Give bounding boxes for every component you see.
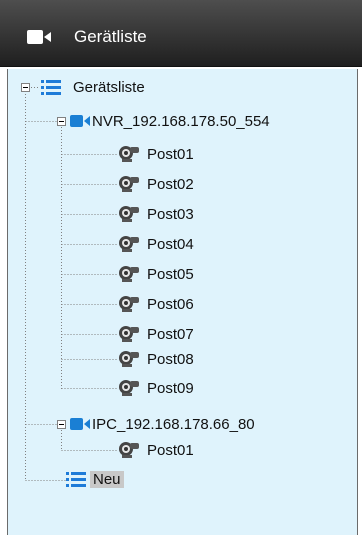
channel-label: Post04	[147, 235, 194, 253]
tree-channel-post01[interactable]: Post01	[118, 440, 194, 460]
tree-channel-post06[interactable]: Post06	[118, 294, 194, 314]
list-icon	[66, 471, 86, 488]
device-camera-icon	[70, 115, 90, 127]
camera-channel-icon	[118, 325, 140, 343]
tree-channel-post08[interactable]: Post08	[118, 349, 194, 369]
tree-channel-post07[interactable]: Post07	[118, 324, 194, 344]
channel-label: Post08	[147, 350, 194, 368]
channel-label: Post01	[147, 145, 194, 163]
tree-root-label: Gerätsliste	[73, 78, 145, 96]
channel-label: Post07	[147, 325, 194, 343]
camera-channel-icon	[118, 295, 140, 313]
tree-channel-post05[interactable]: Post05	[118, 264, 194, 284]
video-camera-icon	[27, 30, 51, 44]
device-label: NVR_192.168.178.50_554	[92, 112, 270, 130]
channel-label: Post05	[147, 265, 194, 283]
group-label: Neu	[90, 470, 124, 488]
tree-channel-post04[interactable]: Post04	[118, 234, 194, 254]
panel-title: Gerätliste	[74, 27, 147, 46]
tree-channel-post09[interactable]: Post09	[118, 378, 194, 398]
device-list-panel: Gerätliste Gerätsliste NVR_192.168.178.5…	[0, 0, 362, 535]
camera-channel-icon	[118, 175, 140, 193]
tree-group-neu[interactable]: Neu	[66, 469, 124, 489]
device-camera-icon	[70, 418, 90, 430]
tree-channel-post02[interactable]: Post02	[118, 174, 194, 194]
channel-label: Post02	[147, 175, 194, 193]
tree-root-gerätsliste[interactable]: Gerätsliste	[41, 77, 145, 97]
tree-device-ipc[interactable]: IPC_192.168.178.66_80	[70, 414, 255, 434]
tree-device-nvr[interactable]: NVR_192.168.178.50_554	[70, 111, 270, 131]
channel-label: Post09	[147, 379, 194, 397]
channel-label: Post03	[147, 205, 194, 223]
nvr-collapse-toggle[interactable]	[57, 117, 66, 126]
channel-label: Post01	[147, 441, 194, 459]
camera-channel-icon	[118, 350, 140, 368]
panel-header: Gerätliste	[0, 0, 362, 67]
channel-label: Post06	[147, 295, 194, 313]
tree-channel-post03[interactable]: Post03	[118, 204, 194, 224]
camera-channel-icon	[118, 441, 140, 459]
camera-channel-icon	[118, 145, 140, 163]
camera-channel-icon	[118, 379, 140, 397]
camera-channel-icon	[118, 265, 140, 283]
tree-channel-post01[interactable]: Post01	[118, 144, 194, 164]
root-collapse-toggle[interactable]	[21, 83, 30, 92]
camera-channel-icon	[118, 235, 140, 253]
device-tree[interactable]: Gerätsliste NVR_192.168.178.50_554 Post0…	[7, 69, 358, 535]
device-label: IPC_192.168.178.66_80	[92, 415, 255, 433]
list-icon	[41, 79, 61, 96]
ipc-collapse-toggle[interactable]	[57, 420, 66, 429]
camera-channel-icon	[118, 205, 140, 223]
